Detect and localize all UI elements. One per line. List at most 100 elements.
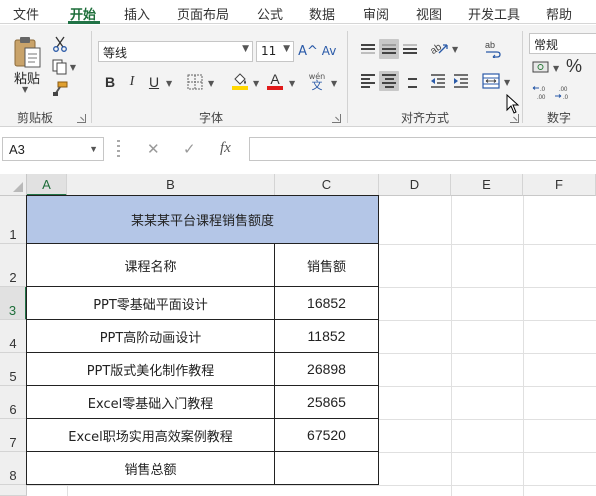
border-icon [187, 74, 203, 90]
row-header-5[interactable]: 5 [0, 353, 27, 386]
table-row-sales[interactable]: 16852 [275, 287, 379, 320]
font-name-select[interactable]: 等线 ▼ [98, 41, 253, 62]
column-header-a[interactable]: A [27, 174, 67, 196]
increase-font-size-button[interactable]: A^ [298, 41, 318, 61]
accounting-format-button[interactable] [531, 58, 551, 76]
fill-color-dropdown-icon[interactable]: ▼ [253, 79, 259, 88]
merge-center-button[interactable] [480, 71, 502, 91]
select-all-button[interactable] [0, 174, 27, 196]
orientation-button[interactable]: ab [428, 38, 450, 58]
table-row-sales[interactable]: 25865 [275, 386, 379, 419]
font-color-dropdown-icon[interactable]: ▼ [289, 79, 295, 88]
table-row-sales[interactable]: 11852 [275, 320, 379, 353]
table-row-name[interactable]: PPT版式美化制作教程 [26, 353, 275, 386]
row-header-4[interactable]: 4 [0, 320, 27, 353]
row-header-3[interactable]: 3 [0, 287, 27, 320]
increase-decimal-button[interactable]: .0 .00 [531, 82, 551, 102]
name-box[interactable]: A3 ▼ [2, 137, 104, 161]
borders-button[interactable] [185, 72, 205, 92]
tab-review[interactable]: 审阅 [363, 4, 389, 23]
align-bottom-icon [403, 44, 417, 54]
accounting-dropdown-icon[interactable]: ▼ [553, 64, 559, 73]
table-row-sales[interactable]: 67520 [275, 419, 379, 452]
wrap-text-button[interactable]: ab [482, 38, 504, 60]
phonetic-guide-button[interactable]: wén 文 [305, 69, 329, 93]
align-right-button[interactable] [400, 71, 420, 91]
bottom-align-button[interactable] [400, 39, 420, 59]
phonetic-dropdown-icon[interactable]: ▼ [331, 79, 337, 88]
paste-dropdown-icon[interactable]: ▼ [22, 85, 28, 94]
number-format-select[interactable]: 常规 [529, 33, 596, 54]
column-header-e[interactable]: E [451, 174, 523, 196]
italic-button[interactable]: I [124, 72, 140, 92]
phonetic-char-icon: 文 [311, 79, 323, 92]
underline-dropdown-icon[interactable]: ▼ [166, 79, 172, 88]
formula-bar-splitter[interactable] [117, 140, 120, 158]
font-group-label: 字体 [199, 111, 224, 125]
font-color-button[interactable]: A [264, 70, 286, 92]
insert-function-icon[interactable]: fx [220, 140, 231, 157]
borders-dropdown-icon[interactable]: ▼ [208, 79, 214, 88]
decrease-decimal-icon: .00 .0 [555, 87, 569, 100]
merge-dropdown-icon[interactable]: ▼ [504, 78, 510, 87]
worksheet-grid: A B C D E F 1 2 3 4 5 6 7 8 某某某平台课程销售额度 … [0, 174, 596, 496]
tab-page-layout[interactable]: 页面布局 [177, 4, 229, 23]
header-course-name-cell[interactable]: 课程名称 [26, 244, 275, 287]
copy-dropdown-icon[interactable]: ▼ [70, 63, 76, 72]
column-header-b[interactable]: B [67, 174, 275, 196]
underline-icon: U [148, 74, 160, 90]
orientation-dropdown-icon[interactable]: ▼ [452, 45, 458, 54]
tab-developer[interactable]: 开发工具 [468, 4, 520, 23]
table-row-sales[interactable]: 26898 [275, 353, 379, 386]
merge-cells-icon [482, 73, 500, 89]
table-row-name[interactable]: Excel职场实用高效案例教程 [26, 419, 275, 452]
enter-icon[interactable]: ✓ [183, 140, 196, 158]
increase-indent-button[interactable] [451, 71, 471, 91]
tab-file[interactable]: 文件 [13, 4, 39, 23]
alignment-dialog-launcher[interactable] [510, 114, 519, 123]
table-title-cell[interactable]: 某某某平台课程销售额度 [26, 195, 379, 244]
tab-formulas[interactable]: 公式 [257, 4, 283, 23]
table-row-name[interactable]: PPT高阶动画设计 [26, 320, 275, 353]
cut-button[interactable] [50, 35, 70, 53]
total-label-cell[interactable]: 销售总额 [26, 452, 275, 485]
underline-button[interactable]: U [146, 72, 162, 92]
column-header-f[interactable]: F [523, 174, 596, 196]
decrease-font-size-button[interactable]: Av [320, 41, 338, 61]
cancel-icon[interactable]: ✕ [147, 140, 160, 158]
font-size-select[interactable]: 11 ▼ [256, 41, 294, 62]
total-value-cell[interactable] [275, 452, 379, 485]
column-header-d[interactable]: D [379, 174, 451, 196]
row-header-7[interactable]: 7 [0, 419, 27, 452]
align-center-icon [382, 74, 396, 88]
top-align-button[interactable] [358, 39, 378, 59]
table-row-name[interactable]: PPT零基础平面设计 [26, 287, 275, 320]
paste-button[interactable] [10, 33, 46, 73]
row-header-2[interactable]: 2 [0, 244, 27, 287]
align-center-button[interactable] [379, 71, 399, 91]
tab-view[interactable]: 视图 [416, 4, 442, 23]
row-header-9[interactable] [0, 485, 27, 496]
font-dialog-launcher[interactable] [332, 114, 341, 123]
fill-color-button[interactable] [229, 70, 251, 92]
percent-style-button[interactable]: % [564, 55, 584, 77]
row-header-8[interactable]: 8 [0, 452, 27, 485]
header-sales-cell[interactable]: 销售额 [275, 244, 379, 287]
tab-insert[interactable]: 插入 [124, 4, 150, 23]
clipboard-dialog-launcher[interactable] [77, 114, 86, 123]
middle-align-button[interactable] [379, 39, 399, 59]
row-header-1[interactable]: 1 [0, 196, 27, 244]
table-row-name[interactable]: Excel零基础入门教程 [26, 386, 275, 419]
bold-button[interactable]: B [102, 72, 118, 92]
align-left-button[interactable] [358, 71, 378, 91]
copy-button[interactable]: ▼ [50, 58, 78, 76]
chevron-down-icon: ▼ [89, 144, 98, 154]
tab-data[interactable]: 数据 [309, 4, 335, 23]
tab-help[interactable]: 帮助 [546, 4, 572, 23]
decrease-indent-button[interactable] [428, 71, 448, 91]
column-header-c[interactable]: C [275, 174, 379, 196]
row-header-6[interactable]: 6 [0, 386, 27, 419]
decrease-decimal-button[interactable]: .00 .0 [553, 82, 573, 102]
format-painter-button[interactable] [50, 80, 70, 98]
formula-input[interactable] [249, 137, 596, 161]
